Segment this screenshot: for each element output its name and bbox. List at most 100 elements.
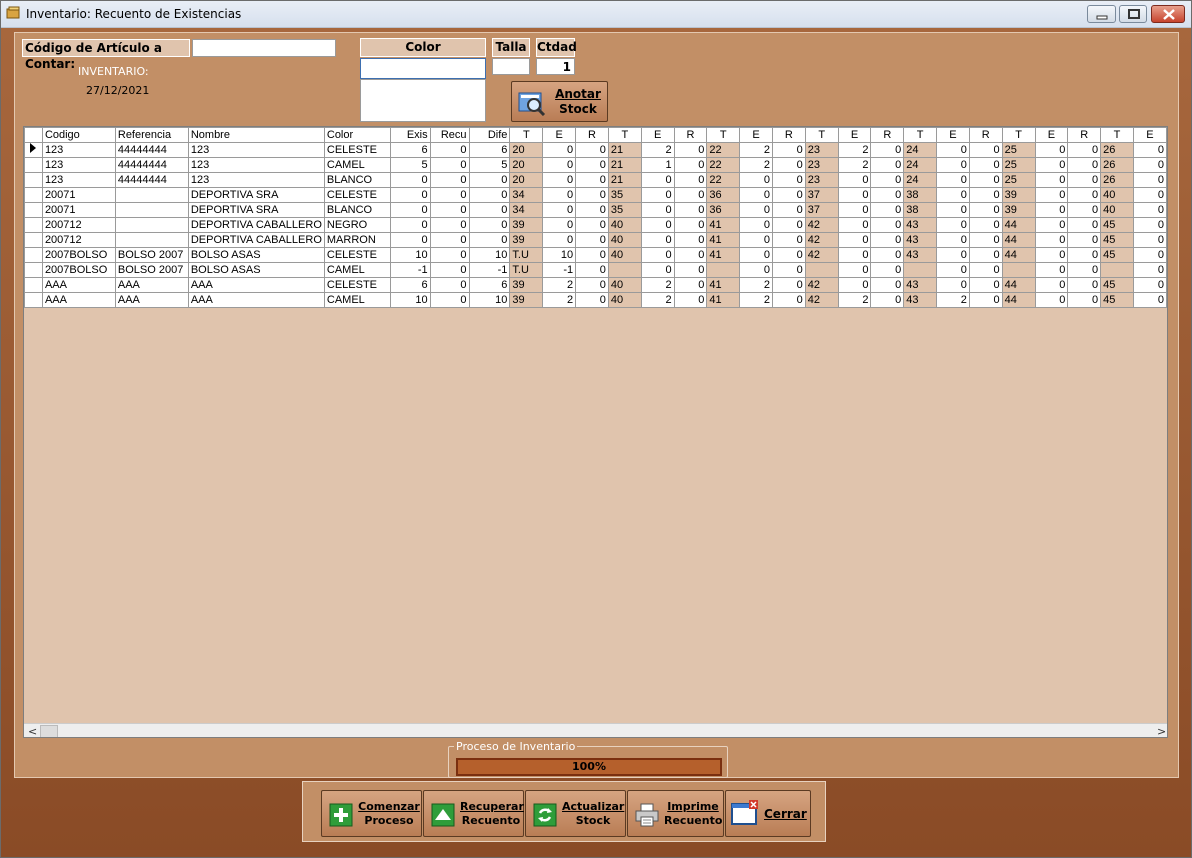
column-header[interactable]: T <box>903 127 938 143</box>
table-cell[interactable]: 0 <box>429 142 470 158</box>
table-cell[interactable]: 0 <box>1067 247 1102 263</box>
table-cell[interactable]: 123 <box>187 172 325 188</box>
table-cell[interactable]: BLANCO <box>323 172 391 188</box>
table-cell[interactable]: 0 <box>575 202 609 218</box>
table-cell[interactable] <box>114 202 189 218</box>
table-cell[interactable]: 0 <box>1132 157 1167 173</box>
table-cell[interactable]: 0 <box>936 202 970 218</box>
table-cell[interactable]: 43 <box>903 292 938 308</box>
row-selector[interactable] <box>24 142 43 158</box>
table-cell[interactable]: 20071 <box>41 187 116 203</box>
table-cell[interactable]: 25 <box>1001 142 1036 158</box>
table-cell[interactable]: 0 <box>1132 262 1167 278</box>
table-cell[interactable]: 22 <box>706 142 741 158</box>
table-cell[interactable]: MARRON <box>323 232 391 248</box>
table-cell[interactable]: 0 <box>429 217 470 233</box>
table-cell[interactable]: 0 <box>870 277 905 293</box>
table-cell[interactable] <box>114 187 189 203</box>
table-cell[interactable]: 40 <box>607 232 642 248</box>
scroll-right-icon[interactable]: > <box>1157 725 1166 737</box>
table-cell[interactable]: 0 <box>968 172 1003 188</box>
table-cell[interactable]: 0 <box>575 292 609 308</box>
table-cell[interactable]: 0 <box>673 262 708 278</box>
table-cell[interactable]: 25 <box>1001 157 1036 173</box>
table-cell[interactable]: 0 <box>936 142 970 158</box>
table-cell[interactable]: 0 <box>772 217 806 233</box>
table-cell[interactable]: 20 <box>509 142 544 158</box>
table-cell[interactable]: 0 <box>870 157 905 173</box>
table-cell[interactable]: 200712 <box>41 232 116 248</box>
table-cell[interactable]: 24 <box>903 172 938 188</box>
table-cell[interactable]: 0 <box>772 262 806 278</box>
table-cell[interactable]: 0 <box>1034 217 1069 233</box>
table-cell[interactable]: 0 <box>772 277 806 293</box>
table-cell[interactable]: 0 <box>739 217 773 233</box>
table-cell[interactable]: 2 <box>640 292 675 308</box>
table-cell[interactable]: 0 <box>429 232 470 248</box>
column-header[interactable]: R <box>968 127 1003 143</box>
table-cell[interactable]: 2 <box>837 292 872 308</box>
table-cell[interactable]: T.U <box>509 262 544 278</box>
column-header[interactable]: T <box>607 127 642 143</box>
table-cell[interactable]: 0 <box>837 202 872 218</box>
table-cell[interactable]: 0 <box>640 172 675 188</box>
table-cell[interactable]: 21 <box>607 172 642 188</box>
table-cell[interactable]: 39 <box>509 232 544 248</box>
anotar-stock-button[interactable]: Anotar Stock <box>511 81 608 122</box>
table-cell[interactable]: 0 <box>870 232 905 248</box>
table-cell[interactable]: 0 <box>1034 292 1069 308</box>
table-cell[interactable]: 0 <box>870 262 905 278</box>
table-cell[interactable]: 0 <box>1067 217 1102 233</box>
table-cell[interactable]: 0 <box>1034 247 1069 263</box>
table-cell[interactable]: 0 <box>968 157 1003 173</box>
table-cell[interactable] <box>903 262 938 278</box>
column-header[interactable]: R <box>673 127 708 143</box>
table-cell[interactable]: 0 <box>936 277 970 293</box>
table-cell[interactable]: 0 <box>837 232 872 248</box>
table-cell[interactable]: 2 <box>542 292 577 308</box>
table-cell[interactable]: 200712 <box>41 217 116 233</box>
table-cell[interactable]: 0 <box>1132 172 1167 188</box>
table-cell[interactable]: 0 <box>429 247 470 263</box>
table-cell[interactable]: CELESTE <box>323 277 391 293</box>
table-cell[interactable]: 2 <box>739 142 773 158</box>
table-row[interactable]: 20071 DEPORTIVA SRA BLANCO 0 0 0 34 0 0 35 0 0 36 0 0 3… <box>24 202 1167 218</box>
table-cell[interactable]: 123 <box>41 142 116 158</box>
table-cell[interactable]: 0 <box>1067 187 1102 203</box>
close-button[interactable] <box>1151 5 1185 23</box>
table-cell[interactable]: 45 <box>1100 247 1134 263</box>
ctdad-input[interactable]: 1 <box>536 58 575 75</box>
table-cell[interactable]: 123 <box>41 172 116 188</box>
table-row[interactable]: 2007BOLSO BOLSO 2007 BOLSO ASAS CAMEL -1 0 -1 T… <box>24 262 1167 278</box>
table-cell[interactable]: 0 <box>968 262 1003 278</box>
table-cell[interactable]: 44 <box>1001 217 1036 233</box>
table-cell[interactable]: 0 <box>968 187 1003 203</box>
table-cell[interactable]: 21 <box>607 142 642 158</box>
table-cell[interactable]: DEPORTIVA SRA <box>187 187 325 203</box>
table-cell[interactable]: BOLSO ASAS <box>187 262 325 278</box>
row-selector[interactable] <box>24 172 43 188</box>
table-cell[interactable]: 2 <box>837 142 872 158</box>
table-cell[interactable]: 0 <box>673 157 708 173</box>
column-header[interactable]: R <box>772 127 806 143</box>
table-cell[interactable]: 0 <box>673 202 708 218</box>
table-cell[interactable]: DEPORTIVA CABALLERO <box>187 217 325 233</box>
table-cell[interactable]: 43 <box>903 247 938 263</box>
table-cell[interactable]: 41 <box>706 292 741 308</box>
table-cell[interactable]: AAA <box>187 277 325 293</box>
table-cell[interactable]: 36 <box>706 187 741 203</box>
table-cell[interactable]: BLANCO <box>323 202 391 218</box>
table-cell[interactable]: T.U <box>509 247 544 263</box>
maximize-button[interactable] <box>1119 5 1147 23</box>
table-cell[interactable]: 0 <box>772 187 806 203</box>
table-cell[interactable]: 0 <box>968 202 1003 218</box>
table-cell[interactable]: 0 <box>673 142 708 158</box>
table-cell[interactable]: 42 <box>804 232 839 248</box>
table-cell[interactable]: 0 <box>739 202 773 218</box>
table-cell[interactable]: 0 <box>772 202 806 218</box>
column-header[interactable]: R <box>575 127 609 143</box>
table-cell[interactable]: 0 <box>1132 217 1167 233</box>
table-cell[interactable]: 42 <box>804 217 839 233</box>
column-header[interactable]: Exis <box>389 127 431 143</box>
table-cell[interactable]: 0 <box>640 262 675 278</box>
